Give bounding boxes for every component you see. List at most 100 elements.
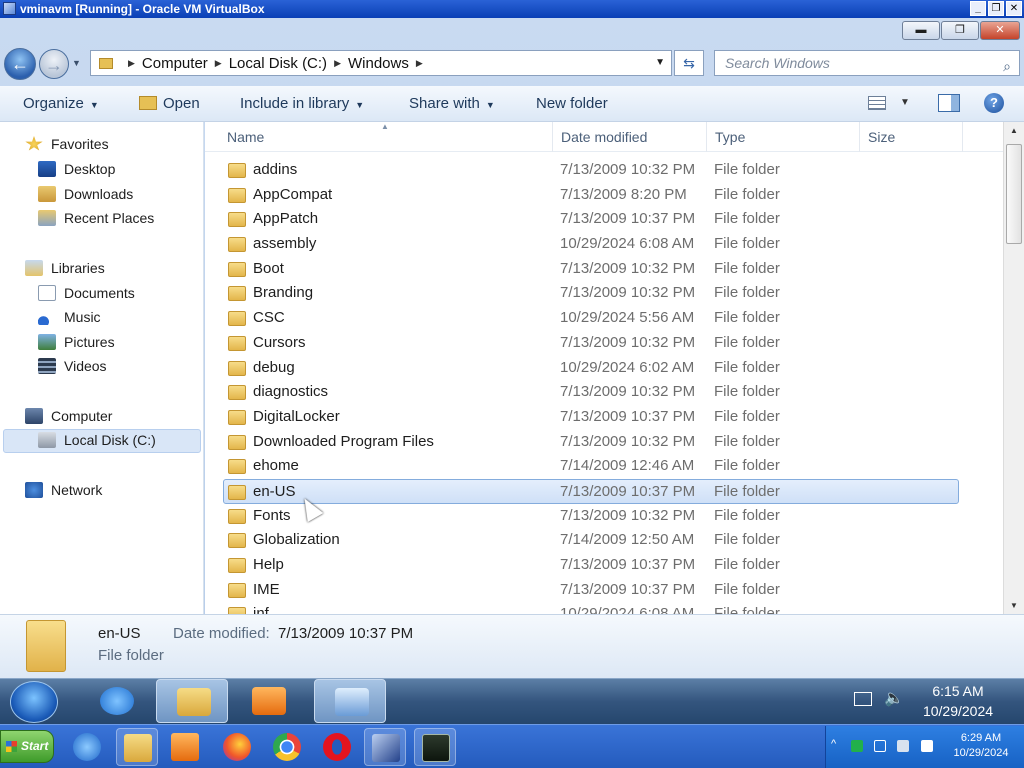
scroll-down-icon[interactable]: ▼ xyxy=(1004,601,1024,610)
table-row[interactable]: ehome 7/14/2009 12:46 AM File folder xyxy=(205,454,1003,479)
views-dropdown-icon[interactable]: ▼ xyxy=(900,97,910,108)
include-in-library-button[interactable]: Include in library ▼ xyxy=(240,95,364,112)
host-taskbar-opera[interactable] xyxy=(316,728,358,766)
nav-music[interactable]: Music xyxy=(38,309,101,325)
nav-libraries[interactable]: Libraries xyxy=(25,260,105,276)
table-row[interactable]: Downloaded Program Files 7/13/2009 10:32 … xyxy=(205,430,1003,455)
table-row[interactable]: inf 10/29/2024 6:08 AM File folder xyxy=(205,602,1003,614)
file-type: File folder xyxy=(714,482,780,500)
table-row[interactable]: Boot 7/13/2009 10:32 PM File folder xyxy=(205,257,1003,282)
scroll-up-icon[interactable]: ▲ xyxy=(1004,126,1024,135)
hard-disk-icon xyxy=(38,432,56,448)
breadcrumb-arrow-icon[interactable]: ▶ xyxy=(334,58,341,69)
nav-recent-places[interactable]: Recent Places xyxy=(38,210,154,226)
column-divider[interactable] xyxy=(962,122,963,152)
nav-desktop[interactable]: Desktop xyxy=(38,161,115,177)
change-view-icon[interactable] xyxy=(868,96,886,110)
table-row[interactable]: Globalization 7/14/2009 12:50 AM File fold… xyxy=(205,528,1003,553)
nav-local-disk[interactable]: Local Disk (C:) xyxy=(38,432,156,448)
host-taskbar-explorer[interactable] xyxy=(116,728,158,766)
folder-icon xyxy=(228,385,246,401)
host-taskbar-firefox[interactable] xyxy=(216,728,258,766)
network-tray-icon[interactable] xyxy=(874,740,886,752)
column-name[interactable]: Name xyxy=(227,129,264,145)
nav-documents[interactable]: Documents xyxy=(38,285,135,301)
taskbar-windows-explorer[interactable] xyxy=(156,679,228,723)
table-row[interactable]: AppCompat 7/13/2009 8:20 PM File folder xyxy=(205,183,1003,208)
taskbar-media-player[interactable] xyxy=(232,679,304,723)
breadcrumb-arrow-icon[interactable]: ▶ xyxy=(416,58,423,69)
restore-button[interactable]: ❐ xyxy=(941,21,979,40)
guest-clock[interactable]: 6:15 AM 10/29/2024 xyxy=(900,681,1016,721)
recent-pages-dropdown[interactable]: ▼ xyxy=(72,58,81,68)
mute-icon[interactable] xyxy=(897,740,909,752)
nav-videos[interactable]: Videos xyxy=(38,358,107,374)
share-with-button[interactable]: Share with ▼ xyxy=(409,95,495,112)
nav-computer[interactable]: Computer xyxy=(25,408,112,424)
preview-pane-icon[interactable] xyxy=(938,94,960,112)
nav-pictures[interactable]: Pictures xyxy=(38,334,115,350)
table-row[interactable]: AppPatch 7/13/2009 10:37 PM File folder xyxy=(205,207,1003,232)
scroll-thumb[interactable] xyxy=(1006,144,1022,244)
table-row[interactable]: assembly 10/29/2024 6:08 AM File folder xyxy=(205,232,1003,257)
table-row[interactable]: CSC 10/29/2024 5:56 AM File folder xyxy=(205,306,1003,331)
show-hidden-icons-icon[interactable]: ^ xyxy=(831,738,836,750)
host-taskbar-media[interactable] xyxy=(164,728,206,766)
column-divider[interactable] xyxy=(552,122,553,152)
column-divider[interactable] xyxy=(706,122,707,152)
windows-start-orb-icon[interactable] xyxy=(10,681,58,723)
table-row[interactable]: addins 7/13/2009 10:32 PM File folder xyxy=(205,158,1003,183)
column-date-modified[interactable]: Date modified xyxy=(561,129,647,145)
breadcrumb-computer[interactable]: Computer xyxy=(142,55,208,72)
organize-button[interactable]: Organize ▼ xyxy=(23,95,99,112)
breadcrumb-arrow-icon[interactable]: ▶ xyxy=(215,58,222,69)
nav-downloads[interactable]: Downloads xyxy=(38,186,133,202)
table-row[interactable]: Branding 7/13/2009 10:32 PM File folder xyxy=(205,281,1003,306)
back-button[interactable]: ← xyxy=(4,48,36,80)
address-dropdown-icon[interactable]: ▼ xyxy=(655,57,665,68)
taskbar-control-panel[interactable] xyxy=(314,679,386,723)
taskbar-internet-explorer[interactable] xyxy=(80,679,152,723)
network-tray-icon[interactable] xyxy=(854,692,872,706)
host-taskbar-ie[interactable] xyxy=(66,728,108,766)
nav-favorites[interactable]: Favorites xyxy=(25,136,109,152)
breadcrumb-local-disk[interactable]: Local Disk (C:) xyxy=(229,55,327,72)
table-row[interactable]: DigitalLocker 7/13/2009 10:37 PM File fold… xyxy=(205,405,1003,430)
vertical-scrollbar[interactable]: ▲ ▼ xyxy=(1003,122,1024,614)
open-button[interactable]: Open xyxy=(139,95,200,112)
breadcrumb-arrow-icon[interactable]: ▶ xyxy=(128,58,135,69)
new-folder-button[interactable]: New folder xyxy=(536,95,608,112)
refresh-button[interactable]: ⇆ xyxy=(674,50,704,76)
table-row[interactable]: IME 7/13/2009 10:37 PM File folder xyxy=(205,578,1003,603)
table-row-selected[interactable]: en-US 7/13/2009 10:37 PM File folder xyxy=(223,478,959,504)
table-row[interactable]: debug 10/29/2024 6:02 AM File folder xyxy=(205,356,1003,381)
column-size[interactable]: Size xyxy=(868,129,895,145)
host-minimize-button[interactable]: _ xyxy=(970,1,986,16)
breadcrumb-windows[interactable]: Windows xyxy=(348,55,409,72)
column-divider[interactable] xyxy=(859,122,860,152)
minimize-button[interactable]: ▬ xyxy=(902,21,940,40)
nav-network[interactable]: Network xyxy=(25,482,102,498)
host-clock[interactable]: 6:29 AM 10/29/2024 xyxy=(940,731,1022,761)
table-row[interactable]: diagnostics 7/13/2009 10:32 PM File folder xyxy=(205,380,1003,405)
column-type[interactable]: Type xyxy=(715,129,745,145)
host-restore-button[interactable]: ❐ xyxy=(988,1,1004,16)
search-input[interactable]: Search Windows ⌕ xyxy=(714,50,1020,76)
share-label: Share with xyxy=(409,95,480,112)
host-taskbar-virtualbox[interactable] xyxy=(364,728,406,766)
host-taskbar-chrome[interactable] xyxy=(266,728,308,766)
help-icon[interactable]: ? xyxy=(984,93,1004,113)
table-row[interactable]: Cursors 7/13/2009 10:32 PM File folder xyxy=(205,331,1003,356)
table-row[interactable]: Fonts 7/13/2009 10:32 PM File folder xyxy=(205,504,1003,529)
close-button[interactable]: ✕ xyxy=(980,21,1020,40)
table-row[interactable]: Help 7/13/2009 10:37 PM File folder xyxy=(205,553,1003,578)
forward-button[interactable]: → xyxy=(39,49,69,79)
address-bar[interactable]: ▶ Computer ▶ Local Disk (C:) ▶ Windows ▶… xyxy=(90,50,672,76)
file-date: 7/14/2009 12:46 AM xyxy=(560,457,695,475)
host-start-button[interactable]: Start xyxy=(0,730,54,763)
search-icon[interactable]: ⌕ xyxy=(1003,54,1011,78)
host-close-button[interactable]: ✕ xyxy=(1006,1,1022,16)
host-taskbar-terminal[interactable] xyxy=(414,728,456,766)
battery-icon[interactable] xyxy=(851,740,863,752)
flag-tray-icon[interactable] xyxy=(921,740,933,752)
